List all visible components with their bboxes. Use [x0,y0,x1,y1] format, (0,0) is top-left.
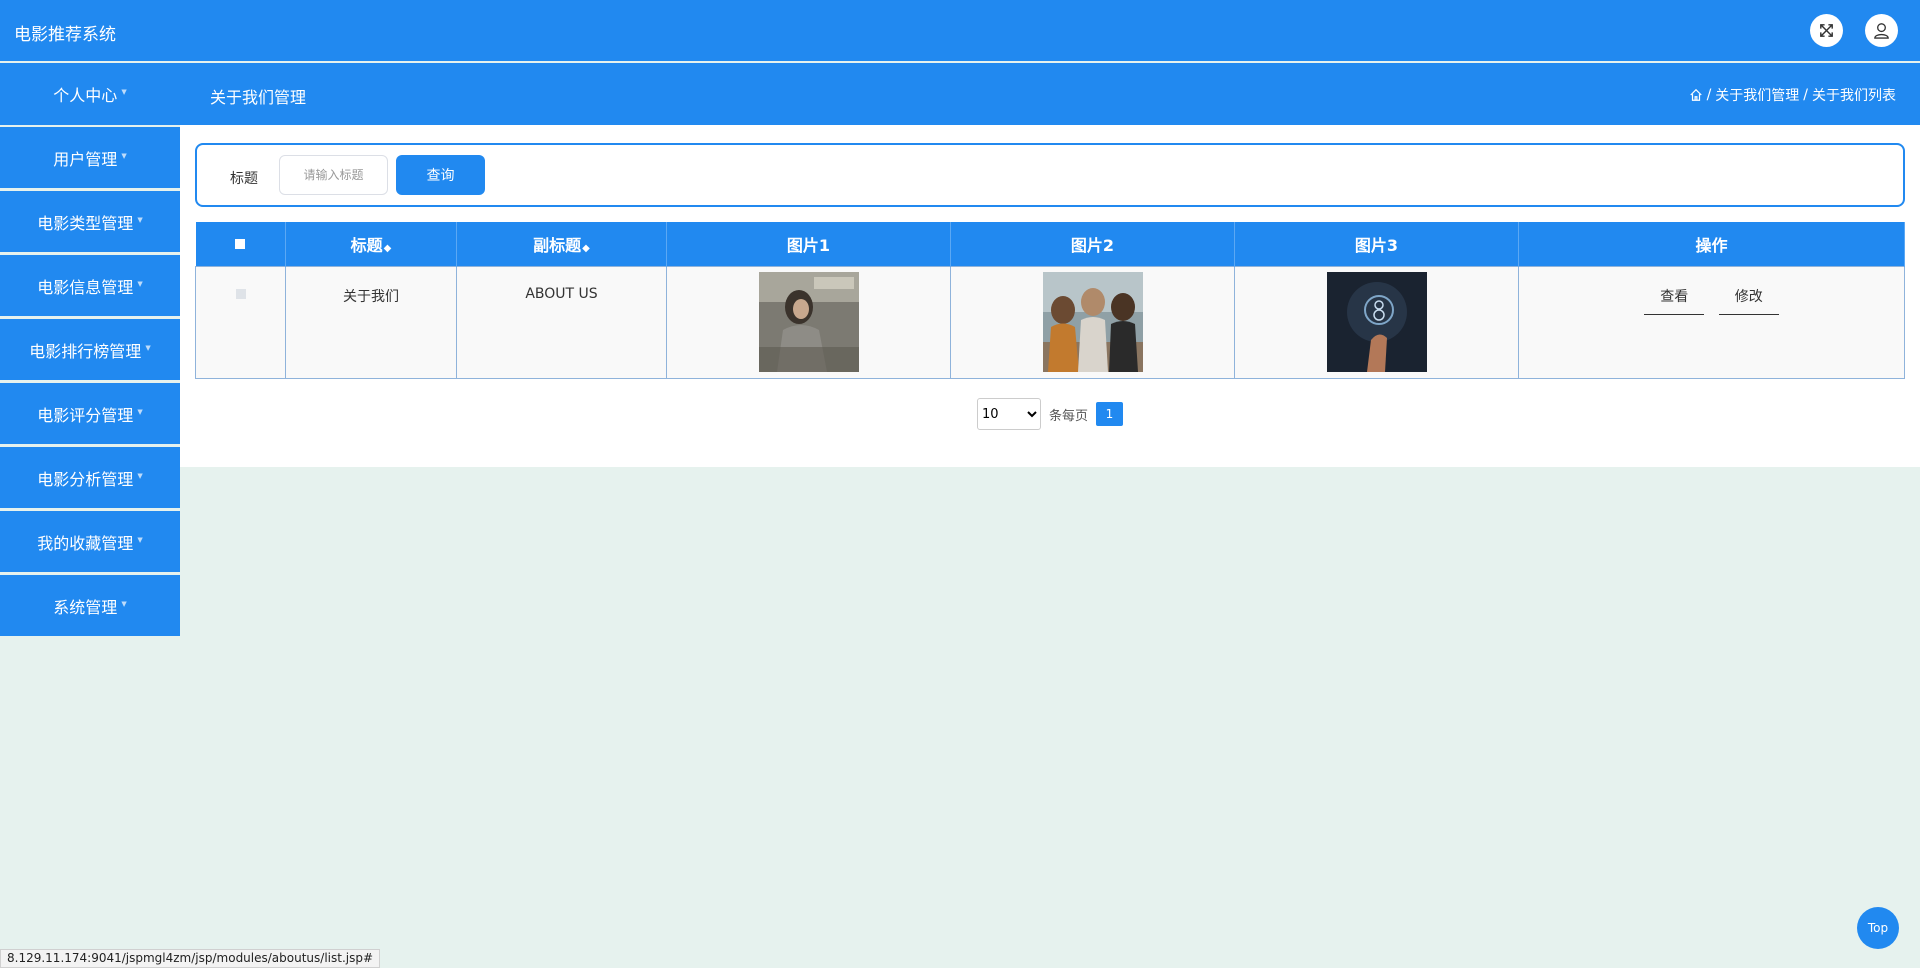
movie-thumbnail-1[interactable] [758,271,859,372]
sidebar-item-users[interactable]: 用户管理 ▼ [0,127,180,188]
per-page-label: 条每页 [1048,408,1088,424]
breadcrumb-item-list: 关于我们列表 [1812,88,1896,104]
cell-actions: 查看 修改 [1518,265,1905,379]
sidebar-item-label: 电影排行榜管理 [29,341,142,361]
select-all-checkbox[interactable] [235,239,246,250]
caret-down-icon: ▼ [121,87,127,96]
sidebar-item-label: 电影评分管理 [37,405,134,425]
sidebar-item-movie-info[interactable]: 电影信息管理 ▼ [0,255,180,316]
sidebar-item-system[interactable]: 系统管理 ▼ [0,575,180,636]
page-title: 关于我们管理 [210,88,307,107]
column-header-actions: 操作 [1518,222,1905,266]
sidebar-item-label: 电影分析管理 [37,469,134,489]
breadcrumb-separator: / [1706,87,1712,103]
view-button[interactable]: 查看 [1644,286,1705,315]
title-search-input[interactable] [279,155,388,195]
column-header-label: 副标题 [533,235,582,255]
sidebar-item-movie-ranking[interactable]: 电影排行榜管理 ▼ [0,319,180,380]
sidebar-item-label: 用户管理 [53,149,118,169]
caret-down-icon: ▼ [137,471,143,480]
edit-button[interactable]: 修改 [1718,286,1779,315]
sort-icon[interactable]: ◆ [384,243,392,254]
sub-header: 关于我们管理 / 关于我们管理 / 关于我们列表 [0,63,1920,125]
caret-down-icon: ▼ [121,151,127,160]
page-number-button[interactable]: 1 [1096,402,1123,426]
cell-subtitle: ABOUT US [456,265,667,379]
user-menu-button[interactable] [1865,14,1898,47]
app-title: 电影推荐系统 [14,25,116,45]
sidebar-item-label: 我的收藏管理 [37,533,134,553]
page-size-select[interactable]: 10 [976,398,1041,430]
column-header-label: 标题 [350,235,383,255]
sidebar-item-movie-analysis[interactable]: 电影分析管理 ▼ [0,447,180,508]
movie-thumbnail-2[interactable] [1042,271,1143,372]
sidebar-item-label: 电影类型管理 [37,213,134,233]
breadcrumb-separator: / [1803,87,1808,103]
table-header-row: 标题◆ 副标题◆ 图片1 图片2 图片3 操作 [195,222,1905,266]
column-header-image1: 图片1 [666,222,951,266]
caret-down-icon: ▼ [145,343,151,352]
search-button[interactable]: 查询 [396,155,485,195]
home-icon[interactable] [1689,88,1703,102]
cell-title: 关于我们 [285,265,457,379]
caret-down-icon: ▼ [121,599,127,608]
caret-down-icon: ▼ [137,215,143,224]
movie-thumbnail-3[interactable] [1326,271,1427,372]
fullscreen-button[interactable] [1810,14,1843,47]
cell-image2 [950,265,1235,379]
cell-image1 [666,265,951,379]
caret-down-icon: ▼ [137,279,143,288]
column-header-image3: 图片3 [1234,222,1519,266]
search-label: 标题 [230,171,258,187]
search-panel: 标题 查询 [195,143,1905,207]
pagination: 10 条每页 1 [180,398,1920,430]
sidebar-item-label: 系统管理 [53,597,118,617]
top-header: 电影推荐系统 [0,0,1920,61]
sidebar: 个人中心 ▼ 用户管理 ▼ 电影类型管理 ▼ 电影信息管理 ▼ 电影排行榜管理 ▼ 电影评… [0,63,180,639]
main-content: 标题 查询 标题◆ 副标题◆ 图片1 图片2 图片3 操作 关于我们 ABOUT… [180,125,1920,467]
sidebar-item-label: 电影信息管理 [37,277,134,297]
row-checkbox[interactable] [235,288,246,299]
caret-down-icon: ▼ [137,407,143,416]
fullscreen-icon [1820,24,1833,37]
about-us-table: 标题◆ 副标题◆ 图片1 图片2 图片3 操作 关于我们 ABOUT US 查看… [195,222,1905,379]
breadcrumb: / 关于我们管理 / 关于我们列表 [1689,85,1896,105]
sidebar-item-movie-types[interactable]: 电影类型管理 ▼ [0,191,180,252]
select-all-header[interactable] [195,222,286,266]
row-select-cell [195,265,286,379]
user-icon [1874,23,1889,39]
table-row: 关于我们 ABOUT US 查看 修改 [195,265,1905,379]
sort-icon[interactable]: ◆ [582,243,590,254]
sidebar-item-personal-center[interactable]: 个人中心 ▼ [0,63,180,124]
caret-down-icon: ▼ [137,535,143,544]
sidebar-item-movie-ratings[interactable]: 电影评分管理 ▼ [0,383,180,444]
cell-image3 [1234,265,1519,379]
breadcrumb-item-module[interactable]: 关于我们管理 [1715,85,1799,105]
column-header-image2: 图片2 [950,222,1235,266]
sidebar-item-favorites[interactable]: 我的收藏管理 ▼ [0,511,180,572]
status-bar-url: 8.129.11.174:9041/jspmgl4zm/jsp/modules/… [0,949,381,968]
column-header-title[interactable]: 标题◆ [285,222,457,266]
sidebar-item-label: 个人中心 [53,85,118,105]
column-header-subtitle[interactable]: 副标题◆ [456,222,667,266]
back-to-top-button[interactable]: Top [1857,907,1899,949]
